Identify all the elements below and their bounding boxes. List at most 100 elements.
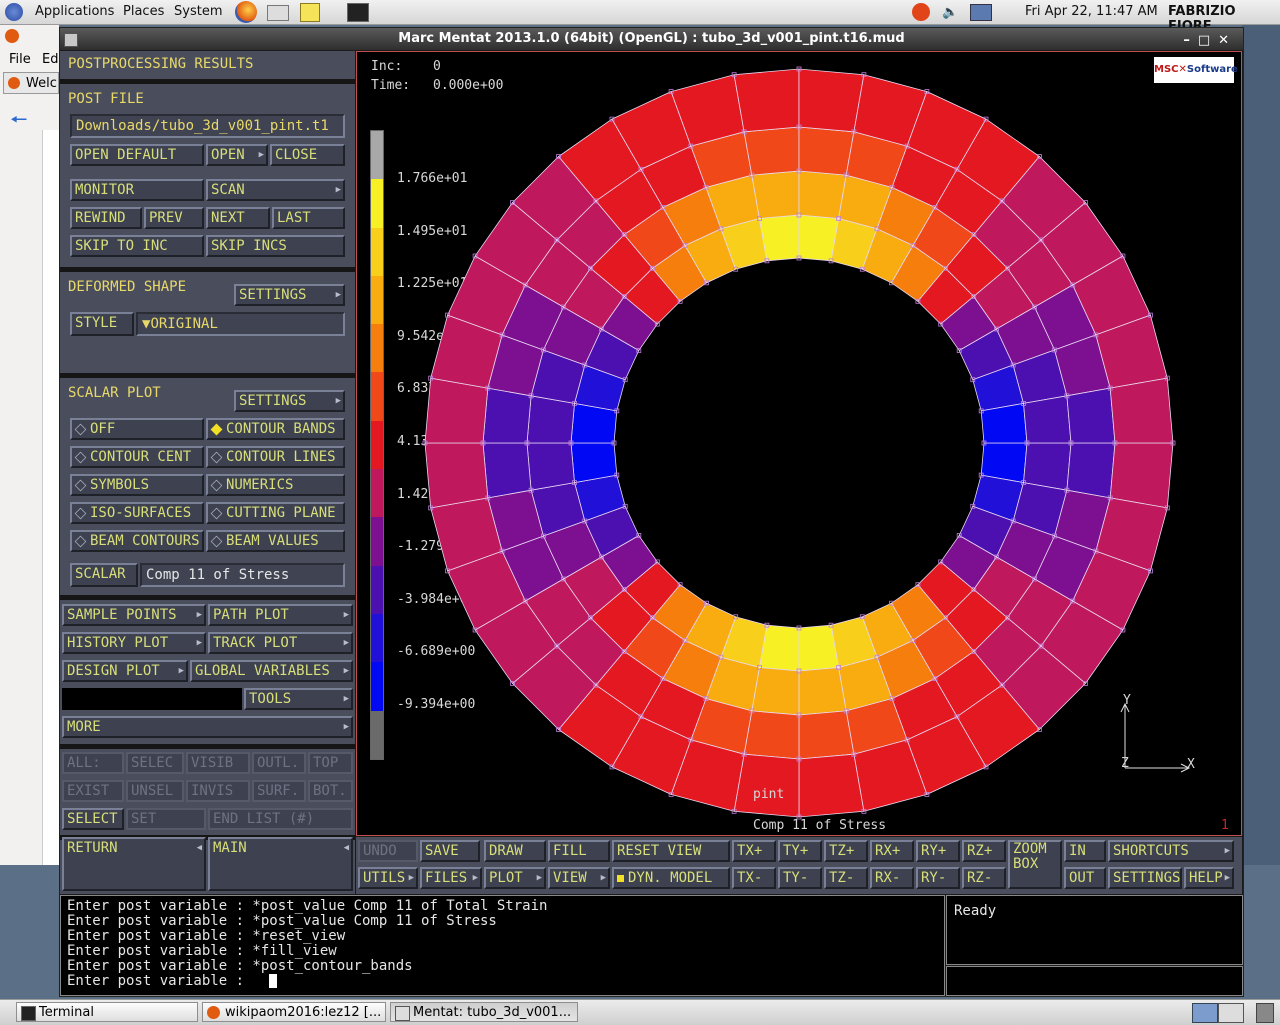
clock[interactable]: Fri Apr 22, 11:47 AM [1025, 4, 1158, 19]
fe-mesh-contour-plot[interactable] [357, 52, 1242, 836]
track-plot-button[interactable]: TRACK PLOT ▶ [208, 632, 353, 654]
view-button[interactable]: VIEW ▶ [548, 867, 610, 889]
mesh-element[interactable] [798, 710, 855, 760]
volume-icon[interactable]: 🔈 [942, 5, 958, 20]
scalar-button[interactable]: SCALAR [70, 563, 138, 587]
outl-button[interactable]: OUTL. [252, 752, 306, 774]
mesh-element[interactable] [980, 402, 1028, 444]
notes-launcher-icon[interactable] [300, 3, 320, 22]
update-notifier-icon[interactable] [912, 3, 930, 21]
rz-plus-button[interactable]: RZ+ [962, 840, 1006, 862]
task-terminal[interactable]: Terminal [16, 1002, 198, 1022]
mesh-element[interactable] [570, 442, 618, 484]
help-button[interactable]: HELP ▶ [1184, 867, 1234, 889]
task-firefox[interactable]: wikipaom2016:lez12 [... [202, 1002, 386, 1022]
next-button[interactable]: NEXT [206, 207, 270, 229]
settings-button[interactable]: SETTINGS [1108, 867, 1182, 889]
ry-minus-button[interactable]: RY- [916, 867, 960, 889]
contour-cent-radio[interactable]: CONTOUR CENT [70, 446, 204, 468]
tz-plus-button[interactable]: TZ+ [824, 840, 868, 862]
mesh-element[interactable] [758, 214, 800, 262]
zoom-box-button[interactable]: ZOOM BOX [1008, 840, 1062, 889]
symbols-radio[interactable]: SYMBOLS [70, 474, 204, 496]
mesh-element[interactable] [1109, 442, 1174, 509]
mesh-element[interactable] [1109, 377, 1174, 444]
scalar-settings-button[interactable]: SETTINGS ▶ [234, 390, 345, 412]
plot-button[interactable]: PLOT ▶ [484, 867, 546, 889]
mesh-element[interactable] [751, 667, 800, 716]
end-list-button[interactable]: END LIST (#) [208, 808, 353, 830]
rx-minus-button[interactable]: RX- [870, 867, 914, 889]
mesh-element[interactable] [798, 624, 840, 672]
invis-button[interactable]: INVIS [186, 780, 250, 802]
ry-plus-button[interactable]: RY+ [916, 840, 960, 862]
selec-button[interactable]: SELEC [126, 752, 184, 774]
mesh-element[interactable] [526, 442, 575, 491]
mesh-element[interactable] [743, 126, 800, 176]
style-dropdown[interactable]: ▼ORIGINAL [136, 312, 345, 336]
exist-button[interactable]: EXIST [62, 780, 124, 802]
rx-plus-button[interactable]: RX+ [870, 840, 914, 862]
trash-icon[interactable] [1256, 1003, 1274, 1023]
beam-contours-radio[interactable]: BEAM CONTOURS [70, 530, 204, 552]
skip-incs-button[interactable]: SKIP INCS [206, 235, 345, 257]
unsel-button[interactable]: UNSEL [126, 780, 184, 802]
menu-applications[interactable]: Applications [35, 4, 114, 19]
return-button[interactable]: RETURN ◀ [62, 837, 206, 891]
zoom-in-button[interactable]: IN [1064, 840, 1106, 862]
mesh-element[interactable] [526, 395, 575, 444]
reset-view-button[interactable]: RESET VIEW [612, 840, 730, 862]
workspace-switcher-2[interactable] [1218, 1003, 1244, 1023]
back-arrow-icon[interactable]: 🠔 [10, 105, 28, 139]
mesh-element[interactable] [743, 710, 800, 760]
post-file-path-field[interactable]: Downloads/tubo_3d_v001_pint.t1 [70, 114, 345, 138]
command-console[interactable]: Enter post variable : *post_value Comp 1… [60, 895, 945, 996]
mesh-element[interactable] [1066, 387, 1116, 444]
contour-bands-radio[interactable]: CONTOUR BANDS [206, 418, 345, 440]
mesh-element[interactable] [733, 68, 800, 133]
firefox-launcher-icon[interactable] [235, 1, 257, 23]
skip-to-inc-button[interactable]: SKIP TO INC [70, 235, 204, 257]
menu-system[interactable]: System [174, 4, 222, 19]
workspace-switcher[interactable] [1192, 1003, 1218, 1023]
close-button[interactable]: CLOSE [270, 144, 345, 166]
design-plot-button[interactable]: DESIGN PLOT ▶ [62, 660, 188, 682]
top-button[interactable]: TOP [308, 752, 353, 774]
console-prompt[interactable]: Enter post variable : [67, 973, 252, 989]
graphics-viewport[interactable]: Inc: 0 Time: 0.000e+00 MSC✕Software 1.76… [356, 51, 1242, 836]
tools-button[interactable]: TOOLS ▶ [244, 688, 353, 710]
global-variables-button[interactable]: GLOBAL VARIABLES ▶ [190, 660, 353, 682]
visib-button[interactable]: VISIB [186, 752, 250, 774]
network-icon[interactable] [970, 4, 992, 21]
surf-button[interactable]: SURF. [252, 780, 306, 802]
mail-launcher-icon[interactable] [267, 5, 289, 21]
window-menu-icon[interactable] [64, 33, 78, 47]
style-button[interactable]: STYLE [70, 312, 134, 336]
prev-button[interactable]: PREV [144, 207, 204, 229]
menu-file[interactable]: File [9, 52, 31, 67]
rewind-button[interactable]: REWIND [70, 207, 142, 229]
mesh-element[interactable] [482, 387, 532, 444]
gnome-foot-icon[interactable] [5, 3, 23, 21]
path-plot-button[interactable]: PATH PLOT ▶ [208, 604, 353, 626]
task-mentat[interactable]: Mentat: tubo_3d_v001... [390, 1002, 578, 1022]
terminal-launcher-icon[interactable] [347, 3, 369, 22]
utils-button[interactable]: UTILS ▶ [358, 867, 418, 889]
tz-minus-button[interactable]: TZ- [824, 867, 868, 889]
mesh-element[interactable] [798, 667, 847, 716]
mesh-element[interactable] [798, 68, 865, 133]
numerics-radio[interactable]: NUMERICS [206, 474, 345, 496]
contour-lines-radio[interactable]: CONTOUR LINES [206, 446, 345, 468]
tx-minus-button[interactable]: TX- [732, 867, 776, 889]
mesh-element[interactable] [482, 442, 532, 499]
main-button[interactable]: MAIN ◀ [208, 837, 353, 891]
save-button[interactable]: SAVE [420, 840, 480, 862]
mesh-element[interactable] [733, 753, 800, 818]
set-button[interactable]: SET [126, 808, 206, 830]
window-controls[interactable]: –□✕ [1183, 30, 1237, 52]
select-button[interactable]: SELECT [62, 808, 124, 830]
tx-plus-button[interactable]: TX+ [732, 840, 776, 862]
draw-button[interactable]: DRAW [484, 840, 546, 862]
window-titlebar[interactable]: Marc Mentat 2013.1.0 (64bit) (OpenGL) : … [60, 28, 1243, 50]
menu-edit[interactable]: Ed [42, 52, 58, 67]
